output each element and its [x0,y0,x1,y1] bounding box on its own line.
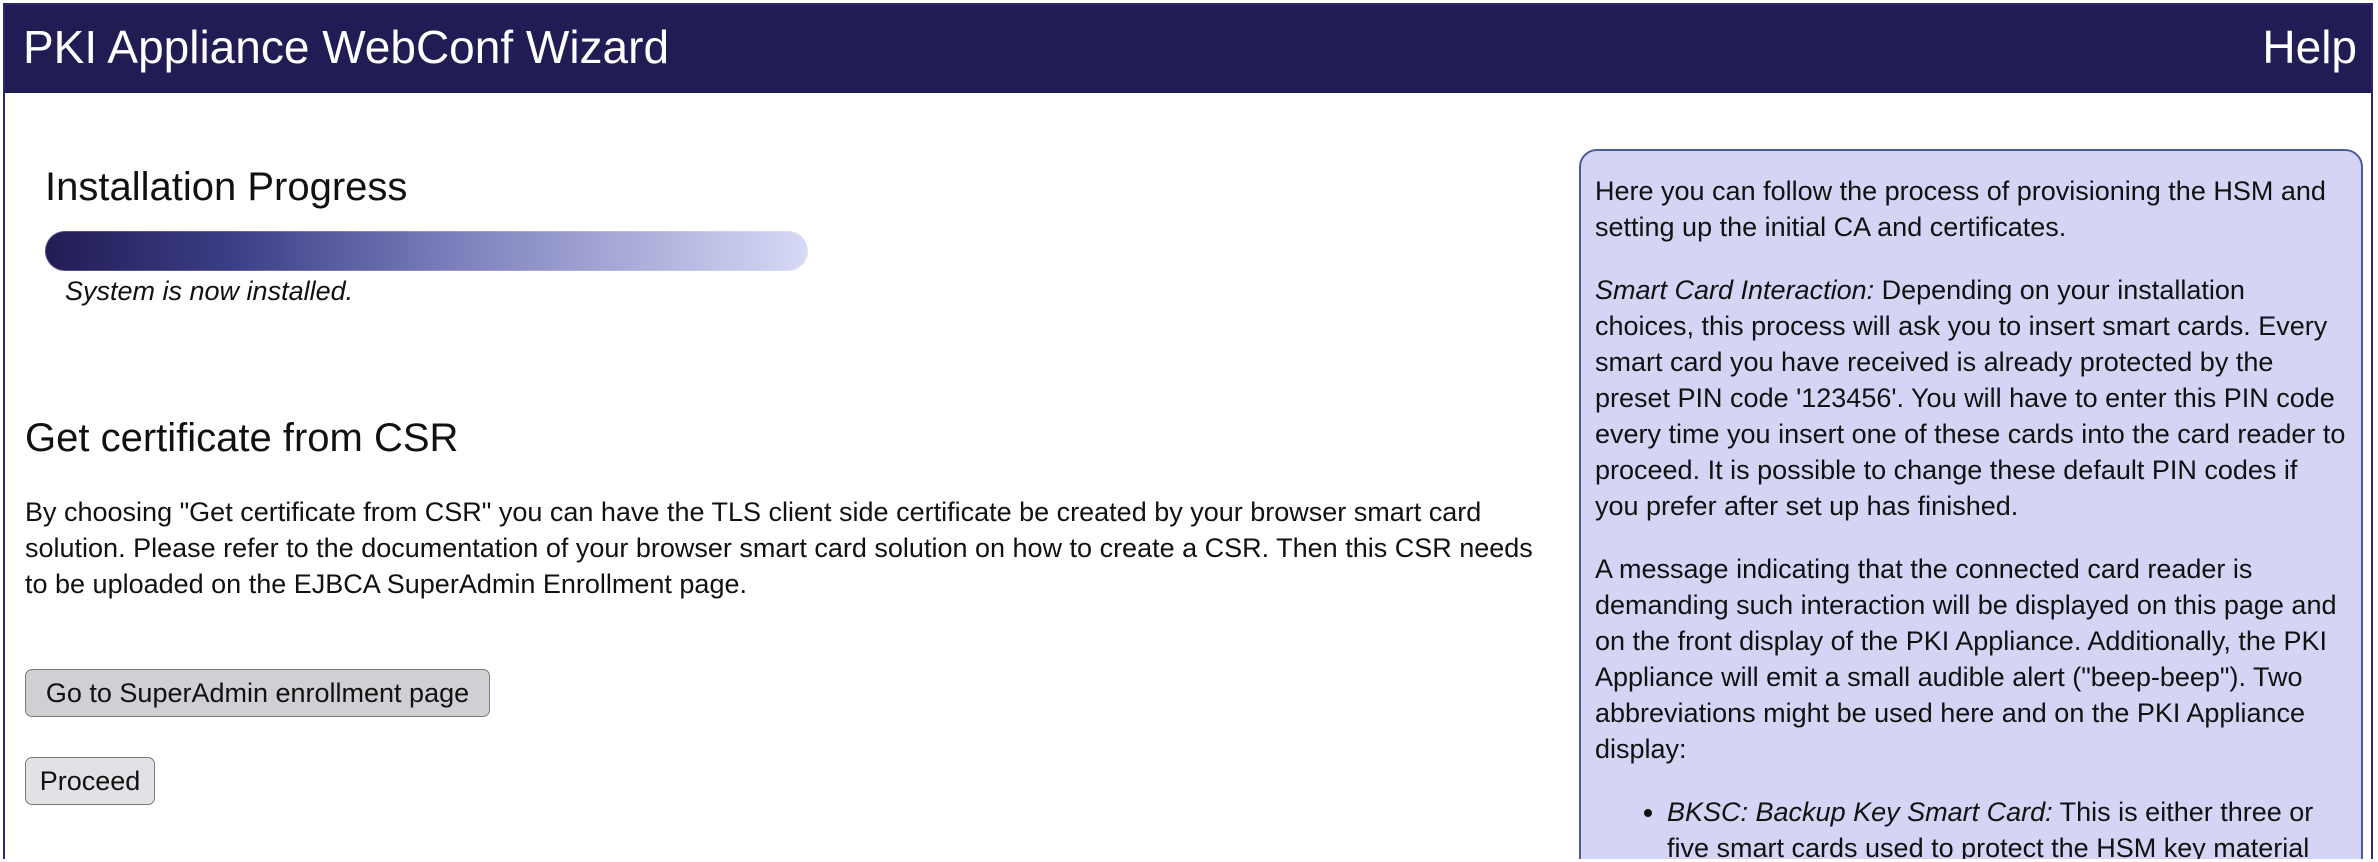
help-message-paragraph: A message indicating that the connected … [1595,554,2337,764]
csr-description: By choosing "Get certificate from CSR" y… [25,497,1533,599]
proceed-button-label: Proceed [39,766,141,796]
help-smartcard-text: Depending on your installation choices, … [1595,275,2346,521]
help-link[interactable]: Help [2262,20,2357,74]
superadmin-enrollment-button-label: Go to SuperAdmin enrollment page [45,678,470,708]
superadmin-enrollment-button[interactable]: Go to SuperAdmin enrollment page [25,669,490,717]
help-bksc-label: BKSC: Backup Key Smart Card: [1667,797,2053,827]
help-list-item-bksc: BKSC: Backup Key Smart Card: This is eit… [1667,794,2347,859]
progress-heading: Installation Progress [45,165,408,209]
proceed-button[interactable]: Proceed [25,757,155,805]
help-smartcard-paragraph: Smart Card Interaction: Depending on you… [1595,272,2347,524]
help-abbreviation-list: BKSC: Backup Key Smart Card: This is eit… [1595,794,2347,859]
help-panel: Here you can follow the process of provi… [1579,149,2363,859]
app-title: PKI Appliance WebConf Wizard [23,21,670,73]
header-bar: PKI Appliance WebConf Wizard Help [5,5,2371,93]
csr-heading: Get certificate from CSR [25,416,459,460]
help-intro: Here you can follow the process of provi… [1595,176,2326,242]
help-smartcard-label: Smart Card Interaction: [1595,275,1875,305]
installation-progress-bar [45,231,808,271]
app-window: PKI Appliance WebConf Wizard Help Instal… [3,3,2373,859]
progress-status: System is now installed. [65,276,354,306]
